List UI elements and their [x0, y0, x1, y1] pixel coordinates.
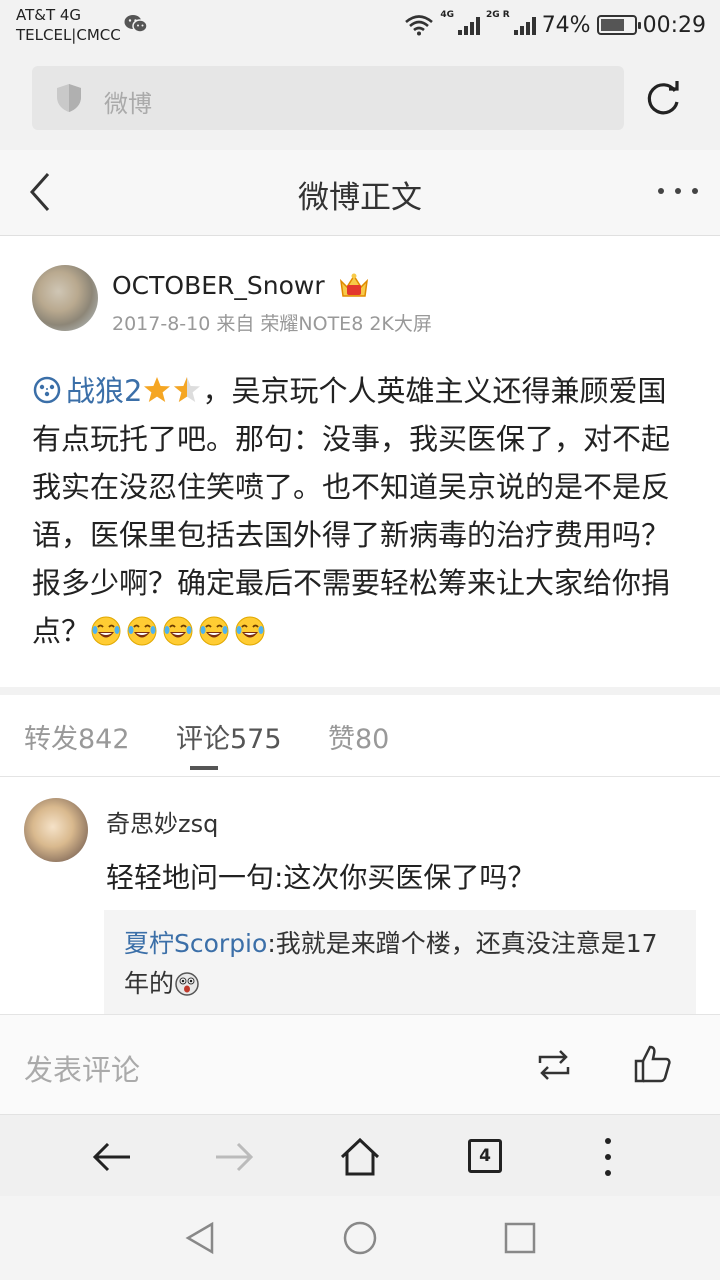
weibo-post: OCTOBER_Snowr 2017-8-10 来自 荣耀NOTE8 2K大屏 …	[0, 237, 720, 687]
address-text: 微博	[104, 90, 152, 118]
reply-more-obscured	[124, 1004, 676, 1014]
comment-bar: 发表评论	[0, 1014, 720, 1114]
reply-username[interactable]: 夏柠Scorpio	[124, 929, 267, 958]
section-divider	[0, 687, 720, 695]
repost-icon[interactable]	[534, 1045, 574, 1085]
tab-comments[interactable]: 评论575	[176, 717, 282, 756]
menu-dots-icon[interactable]	[586, 1135, 630, 1179]
status-icons: 4G 2G R 74% 00:29	[404, 10, 706, 40]
wechat-icon	[124, 15, 148, 33]
page-header: 微博正文	[0, 150, 720, 236]
network-type-2: 2G R	[485, 10, 510, 20]
laughing-tears-emoji-icon	[163, 616, 193, 646]
forward-arrow-icon[interactable]	[212, 1135, 256, 1179]
shield-icon	[57, 84, 81, 112]
tabs-count-button[interactable]: 4	[468, 1139, 502, 1173]
reply-preview[interactable]: 夏柠Scorpio:我就是来蹭个楼，还真没注意是17年的	[104, 910, 696, 1014]
signal-1-icon	[457, 15, 480, 35]
comment-item: 奇思妙zsq 轻轻地问一句:这次你买医保了吗？ 夏柠Scorpio:我就是来蹭个…	[0, 778, 720, 1014]
avatar[interactable]	[24, 798, 88, 862]
post-username[interactable]: OCTOBER_Snowr	[112, 271, 325, 300]
vip-crown-icon	[339, 273, 369, 297]
avatar[interactable]	[32, 265, 98, 331]
star-full-icon	[144, 377, 171, 402]
battery-icon	[596, 15, 641, 35]
comment-text: 轻轻地问一句:这次你买医保了吗？	[106, 861, 536, 894]
carrier-info: AT&T 4G TELCEL|CMCC	[16, 5, 121, 45]
page-title: 微博正文	[298, 180, 422, 216]
active-tab-indicator	[190, 766, 218, 770]
wifi-icon	[405, 15, 434, 36]
tab-reposts[interactable]: 转发842	[24, 717, 130, 756]
reload-icon[interactable]	[644, 78, 684, 118]
movie-topic-link[interactable]: 战狼2	[32, 374, 142, 408]
comment-input[interactable]: 发表评论	[24, 1047, 140, 1089]
system-nav-bar	[0, 1196, 720, 1280]
post-tabs: 转发842 评论575 赞80	[0, 695, 720, 777]
browser-nav-bar: 4	[0, 1114, 720, 1196]
address-input[interactable]: 微博	[32, 66, 624, 130]
network-type-1: 4G	[440, 10, 454, 20]
post-meta: 2017-8-10 来自 荣耀NOTE8 2K大屏	[112, 313, 432, 335]
more-options-icon[interactable]	[658, 188, 698, 198]
star-half-icon	[174, 377, 201, 402]
like-icon[interactable]	[632, 1043, 672, 1085]
laughing-tears-emoji-icon	[199, 616, 229, 646]
home-icon[interactable]	[338, 1135, 382, 1179]
laughing-tears-emoji-icon	[91, 616, 121, 646]
signal-2-icon	[513, 15, 536, 35]
movie-icon	[33, 376, 61, 404]
laughing-tears-emoji-icon	[235, 616, 265, 646]
comment-username[interactable]: 奇思妙zsq	[106, 804, 218, 839]
rating-stars	[142, 374, 202, 408]
status-bar: AT&T 4G TELCEL|CMCC 4G 2G R 74% 00:29	[0, 0, 720, 52]
battery-percent: 74%	[541, 12, 591, 38]
back-arrow-icon[interactable]	[90, 1135, 134, 1179]
post-text: ，吴京玩个人英雄主义还得兼顾爱国 有点玩托了吧。那句：没事，我买医保了，对不起我…	[32, 374, 671, 648]
system-recents-icon[interactable]	[502, 1220, 538, 1256]
emoji-row	[90, 614, 270, 648]
clock: 00:29	[642, 12, 706, 38]
carrier-line1: AT&T 4G	[16, 6, 82, 24]
browser-url-bar: 微博	[0, 52, 720, 150]
movie-title: 战狼2	[66, 374, 143, 408]
laughing-tears-emoji-icon	[127, 616, 157, 646]
surprised-emoji-icon	[175, 972, 199, 996]
carrier-line2: TELCEL|CMCC	[16, 26, 121, 44]
system-home-icon[interactable]	[342, 1220, 378, 1256]
post-body: 战狼2 ，吴京玩个人英雄主义还得兼顾爱国 有点玩托了吧。那句：没事，我买医保了，对…	[32, 367, 682, 655]
system-back-icon[interactable]	[182, 1220, 218, 1256]
tab-likes[interactable]: 赞80	[328, 717, 389, 756]
